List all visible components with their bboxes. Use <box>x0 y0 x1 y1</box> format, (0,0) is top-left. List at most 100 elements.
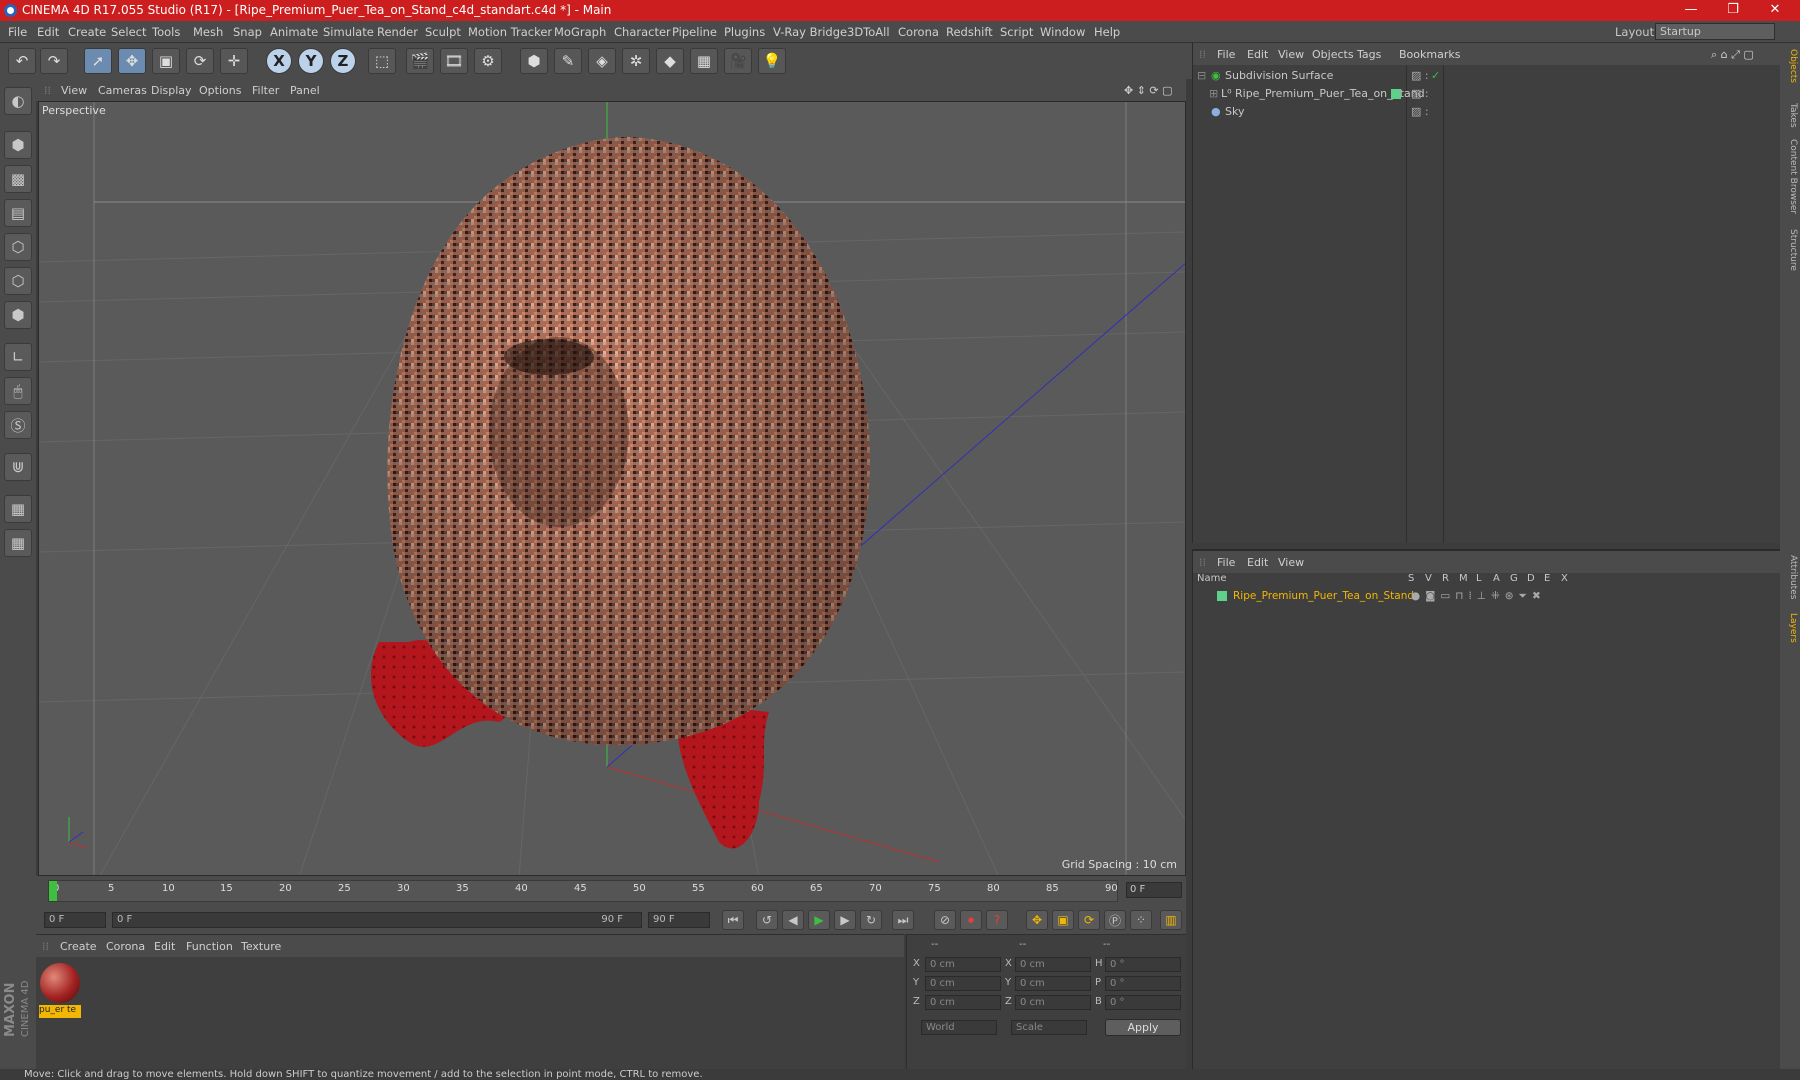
layer-menu-edit[interactable]: Edit <box>1247 556 1268 569</box>
autokey-icon[interactable]: ⏺ <box>960 910 982 930</box>
menu-motion-tracker[interactable]: Motion Tracker <box>468 25 552 39</box>
layer-toggle-icons[interactable]: ●◙▭⊓⁞⊥⁜⊛⏷✖ <box>1411 587 1546 605</box>
texture-mode-icon[interactable]: ▩ <box>4 165 32 193</box>
size-mode-select[interactable]: Scale <box>1011 1020 1087 1035</box>
play-icon[interactable]: ▶ <box>808 910 830 930</box>
polygons-mode-icon[interactable]: ⬢ <box>4 301 32 329</box>
key-position-icon[interactable]: ✥ <box>1026 910 1048 930</box>
menu-corona[interactable]: Corona <box>898 25 939 39</box>
goto-start-icon[interactable]: ⏮ <box>722 910 744 930</box>
cube-object-icon[interactable]: ⬢ <box>520 48 548 74</box>
layer-row[interactable]: Ripe_Premium_Puer_Tea_on_Stand ●◙▭⊓⁞⊥⁜⊛⏷… <box>1193 587 1781 605</box>
next-frame-icon[interactable]: ▶ <box>834 910 856 930</box>
layout-select[interactable]: Startup <box>1655 23 1775 40</box>
key-pla-icon[interactable]: ⁘ <box>1130 910 1152 930</box>
size-z-field[interactable]: 0 cm <box>1015 995 1091 1010</box>
x-axis-lock-icon[interactable]: X <box>266 48 292 74</box>
snap-icon[interactable]: Ⓢ <box>4 411 32 439</box>
magnet-icon[interactable]: ⋓ <box>4 453 32 481</box>
om-menu-objects[interactable]: Objects <box>1312 48 1354 61</box>
om-menu-bookmarks[interactable]: Bookmarks <box>1399 48 1460 61</box>
maximize-button[interactable]: ❐ <box>1710 0 1756 21</box>
layer-menu-view[interactable]: View <box>1278 556 1304 569</box>
undo-icon[interactable]: ↶ <box>8 48 36 74</box>
timeline-ruler[interactable]: 0 5 10 15 20 25 30 35 40 45 50 55 60 65 … <box>48 880 1118 902</box>
timeline-window-icon[interactable]: ▥ <box>1160 910 1182 930</box>
viewport-menu-panel[interactable]: Panel <box>290 84 320 97</box>
rotate-tool-icon[interactable]: ⟳ <box>186 48 214 74</box>
tab-structure[interactable]: Structure <box>1782 229 1798 271</box>
z-axis-lock-icon[interactable]: Z <box>330 48 356 74</box>
menu-help[interactable]: Help <box>1094 25 1120 39</box>
tab-attributes[interactable]: Attributes <box>1782 555 1798 599</box>
position-z-field[interactable]: 0 cm <box>925 995 1001 1010</box>
key-parameter-icon[interactable]: Ⓟ <box>1104 910 1126 930</box>
om-search-icon[interactable]: ⌕ ⌂ ⤢ ▢ <box>1711 48 1754 62</box>
close-button[interactable]: ✕ <box>1752 0 1798 21</box>
rotation-p-field[interactable]: 0 ° <box>1105 976 1181 991</box>
material-menu-create[interactable]: Create <box>60 940 97 953</box>
pen-spline-icon[interactable]: ✎ <box>554 48 582 74</box>
render-picture-viewer-icon[interactable]: 🎞 <box>440 48 468 74</box>
select-tool-icon[interactable]: ➚ <box>84 48 112 74</box>
planar-workplane-icon[interactable]: ▦ <box>4 529 32 557</box>
current-frame-field[interactable]: 0 F <box>1126 882 1182 898</box>
3d-viewport[interactable]: Perspective Grid Spacing : 10 cm <box>38 101 1186 876</box>
position-y-field[interactable]: 0 cm <box>925 976 1001 991</box>
menu-mograph[interactable]: MoGraph <box>554 25 606 39</box>
floor-icon[interactable]: ▦ <box>690 48 718 74</box>
menu-redshift[interactable]: Redshift <box>946 25 993 39</box>
record-keys-icon[interactable]: ⊘ <box>934 910 956 930</box>
move-tool-icon[interactable]: ✥ <box>118 48 146 74</box>
y-axis-lock-icon[interactable]: Y <box>298 48 324 74</box>
om-menu-edit[interactable]: Edit <box>1247 48 1268 61</box>
material-name-label[interactable]: pu_er te <box>39 1005 81 1018</box>
menu-create[interactable]: Create <box>68 25 106 39</box>
viewport-menu-filter[interactable]: Filter <box>252 84 279 97</box>
viewport-menu-display[interactable]: Display <box>151 84 192 97</box>
size-y-field[interactable]: 0 cm <box>1015 976 1091 991</box>
object-row-subdivision-surface[interactable]: ⊟ ◉ Subdivision Surface ▨ : ✓ <box>1193 67 1781 85</box>
object-row-sky[interactable]: ● Sky ▨ : <box>1193 103 1781 121</box>
edges-mode-icon[interactable]: ⬡ <box>4 267 32 295</box>
redo-icon[interactable]: ↷ <box>40 48 68 74</box>
keyframe-selection-icon[interactable]: ? <box>986 910 1008 930</box>
coordinate-system-icon[interactable]: ⬚ <box>368 48 396 74</box>
frame-range-slider[interactable]: 0 F 90 F <box>112 912 642 928</box>
model-mode-icon[interactable]: ⬢ <box>4 131 32 159</box>
material-menu-texture[interactable]: Texture <box>241 940 281 953</box>
menu-animate[interactable]: Animate <box>270 25 318 39</box>
scale-tool-icon[interactable]: ▣ <box>152 48 180 74</box>
render-view-icon[interactable]: 🎬 <box>406 48 434 74</box>
tab-content-browser[interactable]: Content Browser <box>1782 139 1798 214</box>
prev-frame-icon[interactable]: ◀ <box>782 910 804 930</box>
size-x-field[interactable]: 0 cm <box>1015 957 1091 972</box>
menu-tools[interactable]: Tools <box>152 25 180 39</box>
menu-3dtoall[interactable]: 3DToAll <box>847 25 890 39</box>
end-frame-field[interactable]: 90 F <box>648 912 710 928</box>
object-row-tea-on-stand[interactable]: ⊞ L⁰ Ripe_Premium_Puer_Tea_on_Stand ▨ : <box>1193 85 1781 103</box>
key-scale-icon[interactable]: ▣ <box>1052 910 1074 930</box>
rotation-h-field[interactable]: 0 ° <box>1105 957 1181 972</box>
om-menu-file[interactable]: File <box>1217 48 1235 61</box>
tab-objects[interactable]: Objects <box>1782 49 1798 83</box>
om-menu-tags[interactable]: Tags <box>1357 48 1381 61</box>
transform-tool-icon[interactable]: ✛ <box>220 48 248 74</box>
viewport-menu-view[interactable]: View <box>61 84 87 97</box>
camera-icon[interactable]: 🎥 <box>724 48 752 74</box>
expand-icon[interactable]: ⊟ <box>1197 67 1206 85</box>
rotation-b-field[interactable]: 0 ° <box>1105 995 1181 1010</box>
array-icon[interactable]: ✲ <box>622 48 650 74</box>
axis-mode-icon[interactable]: ∟ <box>4 343 32 371</box>
tab-layers[interactable]: Layers <box>1782 613 1798 643</box>
enabled-check-icon[interactable]: ✓ <box>1431 67 1440 85</box>
layer-name[interactable]: Ripe_Premium_Puer_Tea_on_Stand <box>1233 587 1414 605</box>
object-name[interactable]: Sky <box>1225 103 1244 121</box>
coordinate-space-select[interactable]: World <box>921 1020 997 1035</box>
om-menu-view[interactable]: View <box>1278 48 1304 61</box>
key-rotation-icon[interactable]: ⟳ <box>1078 910 1100 930</box>
menu-window[interactable]: Window <box>1040 25 1085 39</box>
render-settings-icon[interactable]: ⚙ <box>474 48 502 74</box>
menu-script[interactable]: Script <box>1000 25 1033 39</box>
menu-pipeline[interactable]: Pipeline <box>672 25 717 39</box>
